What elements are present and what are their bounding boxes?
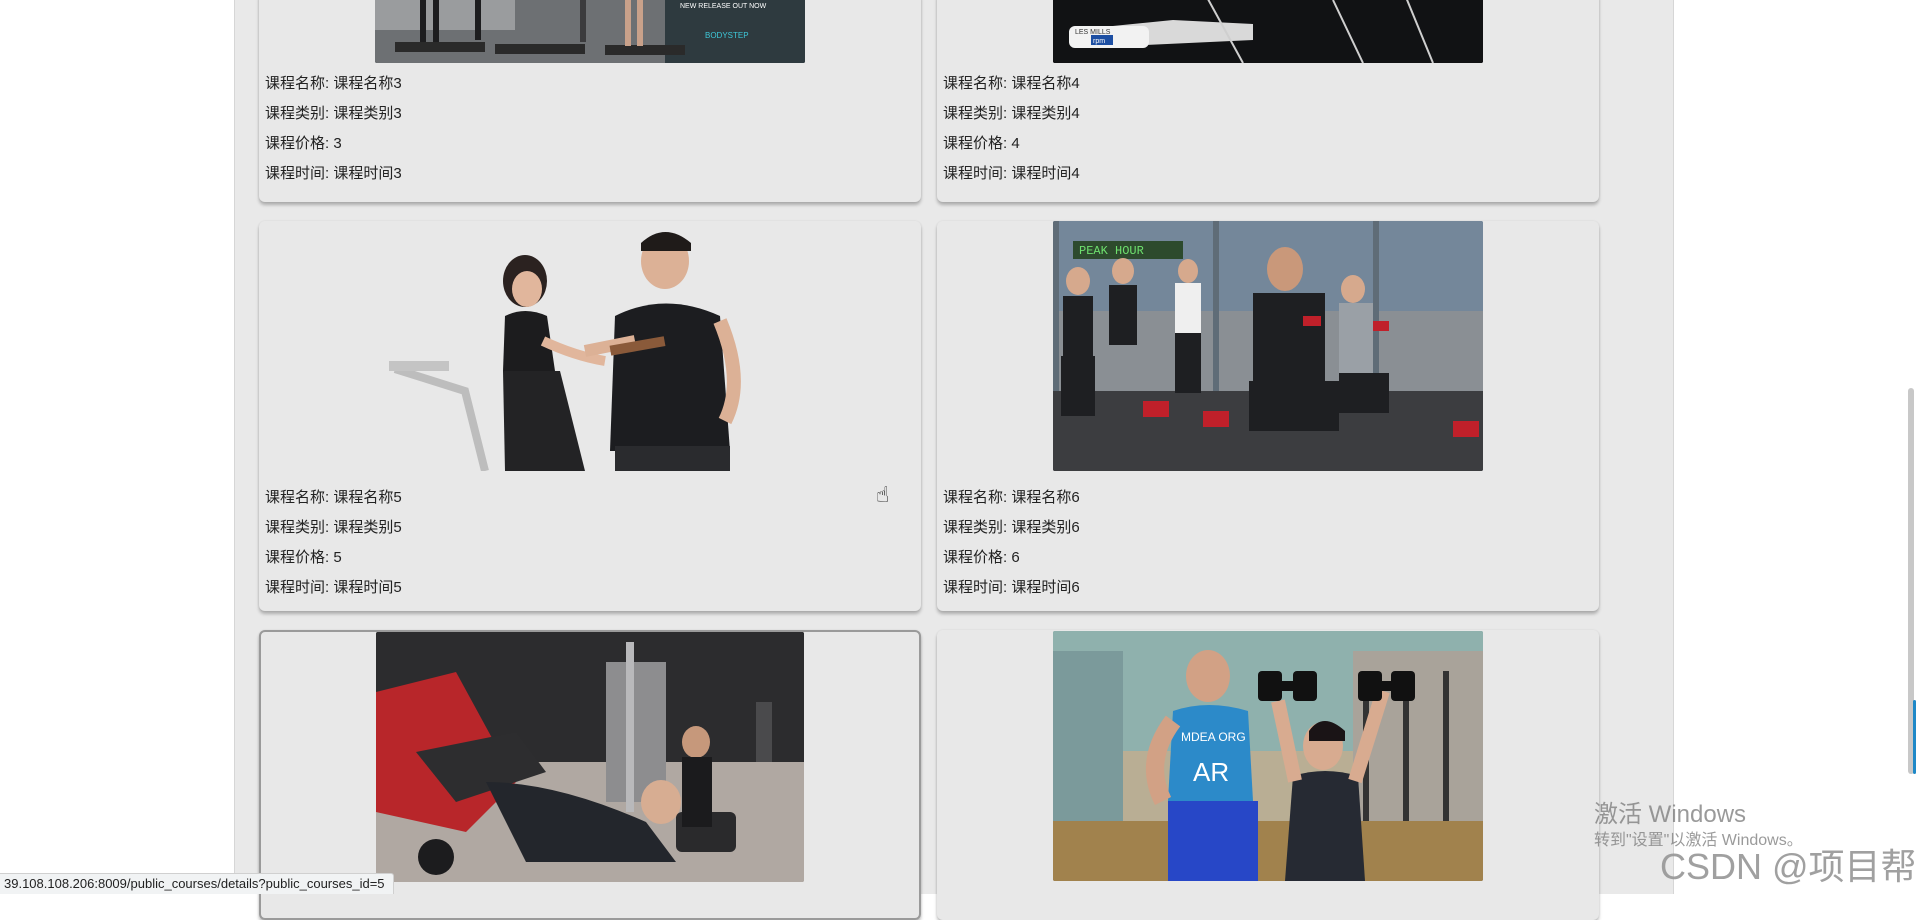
course-name-row: 课程名称: 课程名称3 <box>265 69 402 99</box>
course-price-row: 课程价格: 4 <box>943 129 1080 159</box>
page-scrollbar[interactable] <box>1904 0 1916 894</box>
course-card[interactable]: 课程名称: 课程名称5 课程类别: 课程类别5 课程价格: 5 课程时间: 课程… <box>259 221 921 611</box>
course-time-row: 课程时间: 课程时间5 <box>265 573 402 603</box>
svg-text:NEW RELEASE OUT NOW: NEW RELEASE OUT NOW <box>680 3 767 10</box>
course-name-row: 课程名称: 课程名称6 <box>943 483 1080 513</box>
course-card[interactable]: NEW RELEASE OUT NOW BODYSTEP 课程名称: 课程名称3… <box>259 0 921 202</box>
course-image-coach-and-cyclist[interactable] <box>375 221 805 471</box>
svg-text:rpm: rpm <box>1093 38 1105 45</box>
course-image-leg-press[interactable] <box>376 632 804 882</box>
course-info: 课程名称: 课程名称5 课程类别: 课程类别5 课程价格: 5 课程时间: 课程… <box>265 483 402 603</box>
browser-status-url: 39.108.108.206:8009/public_courses/detai… <box>0 873 394 894</box>
course-price-row: 课程价格: 3 <box>265 129 402 159</box>
course-type-row: 课程类别: 课程类别3 <box>265 99 402 129</box>
course-name-row: 课程名称: 课程名称5 <box>265 483 402 513</box>
course-time-row: 课程时间: 课程时间6 <box>943 573 1080 603</box>
course-image-dumbbell-press[interactable]: MDEA ORG AR <box>1053 631 1483 881</box>
course-time-row: 课程时间: 课程时间4 <box>943 159 1080 189</box>
course-image-kettlebell-lunge[interactable]: PEAK HOUR <box>1053 221 1483 471</box>
svg-text:MDEA ORG: MDEA ORG <box>1181 730 1246 744</box>
course-type-row: 课程类别: 课程类别5 <box>265 513 402 543</box>
svg-text:LES MILLS: LES MILLS <box>1075 29 1111 36</box>
course-info: 课程名称: 课程名称3 课程类别: 课程类别3 课程价格: 3 课程时间: 课程… <box>265 69 402 189</box>
course-price-row: 课程价格: 6 <box>943 543 1080 573</box>
course-price-row: 课程价格: 5 <box>265 543 402 573</box>
course-card[interactable]: MDEA ORG AR <box>937 630 1599 920</box>
course-time-row: 课程时间: 课程时间3 <box>265 159 402 189</box>
hand-cursor-icon: ☝ <box>876 482 889 508</box>
csdn-watermark: CSDN @项目帮 <box>1660 838 1916 890</box>
course-info: 课程名称: 课程名称4 课程类别: 课程类别4 课程价格: 4 课程时间: 课程… <box>943 69 1080 189</box>
course-list-panel: NEW RELEASE OUT NOW BODYSTEP 课程名称: 课程名称3… <box>234 0 1674 894</box>
course-type-row: 课程类别: 课程类别4 <box>943 99 1080 129</box>
course-image-spin-bike[interactable]: LES MILLS rpm <box>1053 0 1483 63</box>
course-card[interactable]: PEAK HOUR <box>937 221 1599 611</box>
course-card[interactable]: LES MILLS rpm 课程名称: 课程名称4 课程类别: 课程类别4 课程… <box>937 0 1599 202</box>
course-image-step-aerobics[interactable]: NEW RELEASE OUT NOW BODYSTEP <box>375 0 805 63</box>
windows-activation-title: 激活 Windows <box>1594 794 1746 829</box>
svg-text:AR: AR <box>1193 757 1229 787</box>
course-info: 课程名称: 课程名称6 课程类别: 课程类别6 课程价格: 6 课程时间: 课程… <box>943 483 1080 603</box>
svg-text:BODYSTEP: BODYSTEP <box>705 31 749 40</box>
course-type-row: 课程类别: 课程类别6 <box>943 513 1080 543</box>
course-name-row: 课程名称: 课程名称4 <box>943 69 1080 99</box>
svg-text:PEAK HOUR: PEAK HOUR <box>1079 244 1144 258</box>
